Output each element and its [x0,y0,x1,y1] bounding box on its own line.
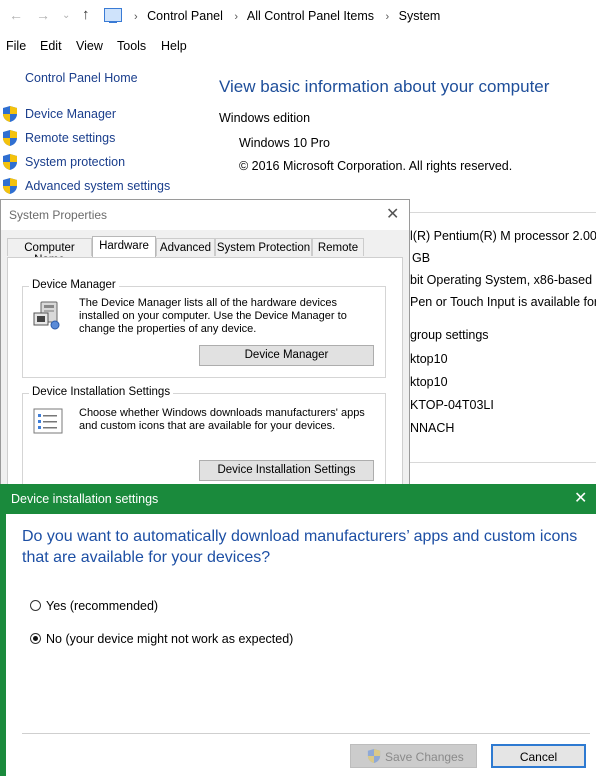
memory-value: GB [412,251,431,265]
pen-touch-value: Pen or Touch Input is available for th [410,295,596,309]
menu-file[interactable]: File [6,39,26,53]
cancel-button[interactable]: Cancel [491,744,586,768]
close-icon[interactable]: ✕ [386,204,399,224]
hardware-tab-page: Device Manager The Device Manager lists … [7,257,403,503]
radio-button-selected[interactable] [30,633,41,644]
group-heading: Device Installation Settings [29,386,174,398]
breadcrumb-all-items[interactable]: All Control Panel Items [247,9,374,23]
device-installation-settings-button[interactable]: Device Installation Settings [199,460,374,481]
menu-edit[interactable]: Edit [40,39,62,53]
breadcrumb: › Control Panel › All Control Panel Item… [126,9,440,23]
control-panel-icon [104,8,122,23]
divider [410,462,596,463]
sidebar-item-label: Device Manager [25,107,117,121]
workgroup-value: NNACH [410,421,455,435]
device-manager-description: The Device Manager lists all of the hard… [79,297,347,335]
device-manager-group: Device Manager The Device Manager lists … [22,279,386,378]
option-label: No (your device might not work as expect… [46,632,294,646]
tab-advanced[interactable]: Advanced [156,238,215,256]
device-installation-dialog: Device installation settings ✕ Do you wa… [0,484,596,776]
arrow-up-icon[interactable]: ↑ [82,6,90,23]
divider [22,733,590,734]
shield-icon [3,106,17,122]
system-info-partial: l(R) Pentium(R) M processor 2.00GH GB bi… [410,0,596,500]
computer-description-value: KTOP-04T03LI [410,398,494,412]
settings-list-icon [33,408,63,434]
arrow-left-icon[interactable]: ← [9,7,23,23]
sidebar-item-label: Remote settings [25,131,116,145]
chevron-right-icon[interactable]: › [134,11,138,23]
shield-icon [3,130,17,146]
windows-edition-heading: Windows edition [219,111,311,125]
device-installation-description: Choose whether Windows downloads manufac… [79,407,365,432]
shield-icon [3,154,17,170]
dialog-question: Do you want to automatically download ma… [22,528,578,566]
system-type-value: bit Operating System, x86-based pro [410,273,596,287]
chevron-down-icon[interactable]: ⌄ [62,10,70,21]
breadcrumb-control-panel[interactable]: Control Panel [147,9,223,23]
edition-value: Windows 10 Pro [239,136,331,150]
computer-name-value: ktop10 [410,352,448,366]
radio-button[interactable] [30,600,41,611]
chevron-right-icon[interactable]: › [385,11,389,23]
arrow-right-icon[interactable]: → [36,7,50,23]
tab-computer-name[interactable]: Computer Name [7,238,92,266]
dialog-titlebar: System Properties ✕ [1,200,409,230]
sidebar-item-label: System protection [25,155,126,169]
option-label: Yes (recommended) [46,599,159,613]
dialog-body: Do you want to automatically download ma… [6,514,596,776]
processor-value: l(R) Pentium(R) M processor 2.00GH [410,229,596,243]
control-panel-home-link[interactable]: Control Panel Home [25,71,138,85]
close-icon[interactable]: ✕ [574,488,587,508]
tab-remote[interactable]: Remote [312,238,364,256]
dialog-title: System Properties [9,208,108,222]
device-manager-button[interactable]: Device Manager [199,345,374,366]
save-changes-button[interactable]: Save Changes [350,744,477,768]
menu-tools[interactable]: Tools [117,39,146,53]
chevron-right-icon[interactable]: › [234,11,238,23]
shield-icon [367,749,381,763]
save-changes-label: Save Changes [385,750,464,764]
group-heading: Device Manager [29,279,119,291]
tab-system-protection[interactable]: System Protection [215,238,312,256]
menu-help[interactable]: Help [161,39,187,53]
workgroup-heading: group settings [410,328,489,342]
dialog-title: Device installation settings [11,492,159,506]
dialog-titlebar: Device installation settings ✕ [0,484,596,514]
menu-view[interactable]: View [76,39,103,53]
sidebar-item-label: Advanced system settings [25,179,171,193]
system-properties-dialog: System Properties ✕ Computer Name Hardwa… [0,199,410,503]
full-computer-name-value: ktop10 [410,375,448,389]
tab-hardware[interactable]: Hardware [92,236,156,258]
shield-icon [3,178,17,194]
device-manager-icon [33,301,60,330]
